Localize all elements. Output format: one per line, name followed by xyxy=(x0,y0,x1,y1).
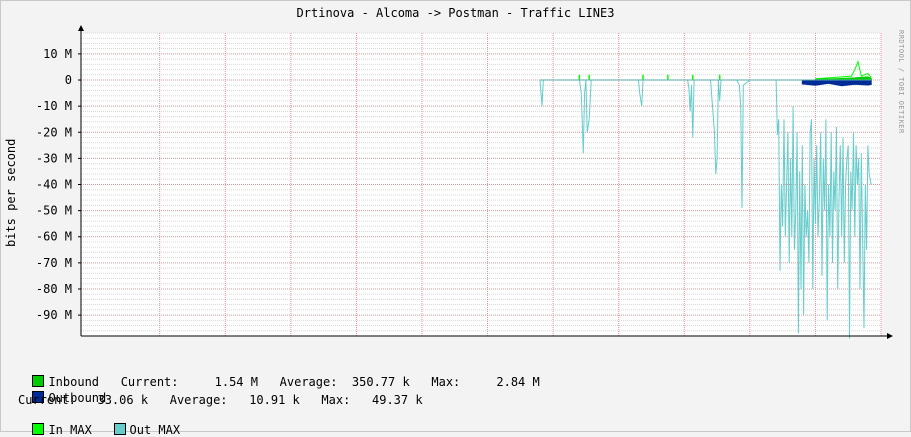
y-tick-label: 0 xyxy=(65,73,72,87)
outbound-stats: Current: 33.06 k Average: 10.91 k Max: 4… xyxy=(18,393,423,407)
y-axis-arrow-icon xyxy=(78,25,84,31)
y-tick-label: 10 M xyxy=(43,47,72,61)
y-tick-label: -80 M xyxy=(36,282,72,296)
x-axis-arrow-icon xyxy=(887,333,893,339)
y-tick-label: -50 M xyxy=(36,204,72,218)
legend-max: In MAX Out MAX xyxy=(18,409,180,437)
y-tick-label: -90 M xyxy=(36,308,72,322)
outmax-label: Out MAX xyxy=(129,423,181,437)
inmax-swatch-icon xyxy=(32,423,45,435)
series-outbound xyxy=(801,79,872,87)
traffic-chart: 10 M 0 -10 M -20 M -30 M -40 M -50 M -60 M -70 M… xyxy=(36,25,893,339)
y-tick-label: -10 M xyxy=(36,99,72,113)
y-tick-label: -20 M xyxy=(36,125,72,139)
inmax-label: In MAX xyxy=(48,423,92,437)
y-tick-label: -40 M xyxy=(36,178,72,192)
y-tick-label: -70 M xyxy=(36,256,72,270)
outmax-swatch-icon xyxy=(113,423,126,435)
y-tick-label: -30 M xyxy=(36,151,72,165)
inbound-stats: Current: 1.54 M Average: 350.77 k Max: 2… xyxy=(99,375,540,389)
y-tick-label: -60 M xyxy=(36,230,72,244)
